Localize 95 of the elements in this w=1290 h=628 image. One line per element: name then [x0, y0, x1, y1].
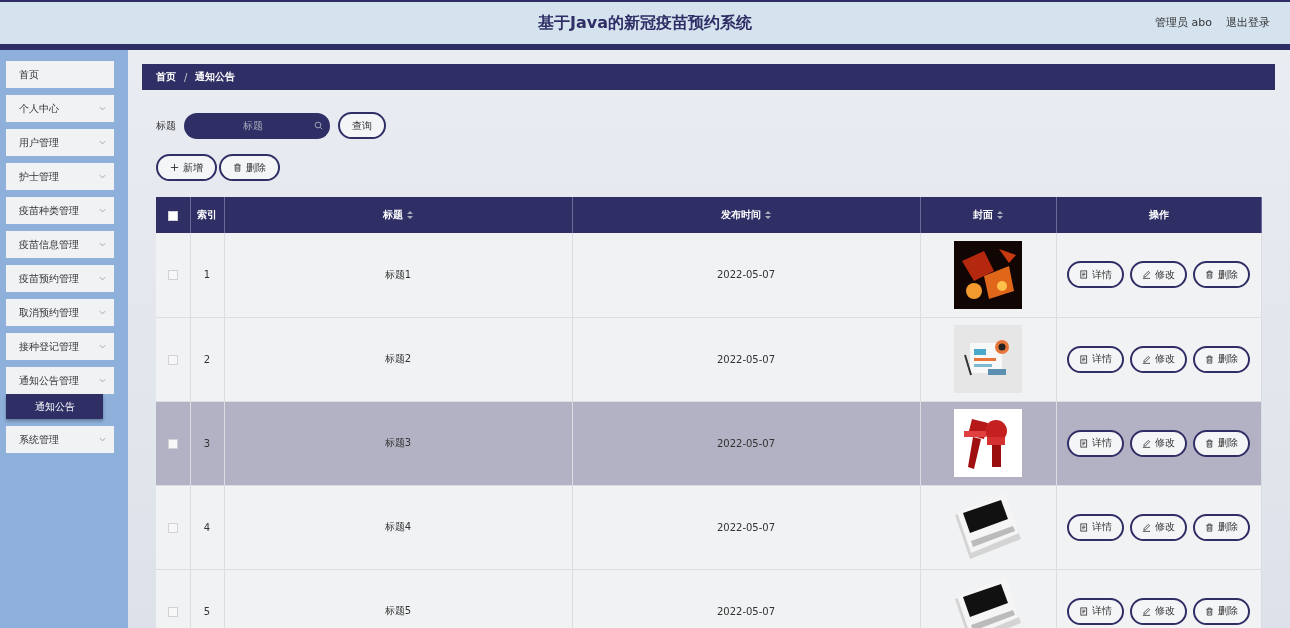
detail-button[interactable]: 详情 — [1067, 597, 1124, 625]
delete-button[interactable]: 删除 — [1193, 429, 1250, 457]
document-icon — [1079, 522, 1088, 532]
document-icon — [1079, 606, 1088, 616]
app-title: 基于Java的新冠疫苗预约系统 — [538, 12, 752, 34]
trash-icon — [1205, 354, 1214, 364]
pencil-icon — [1142, 522, 1151, 532]
row-index: 3 — [203, 437, 211, 449]
chevron-icon — [99, 106, 106, 111]
search-field[interactable]: 标题 — [184, 112, 330, 139]
checkbox[interactable] — [167, 606, 178, 617]
date-text: 2022-05-07 — [716, 437, 776, 449]
document-icon — [1079, 270, 1088, 280]
chevron-icon — [99, 310, 106, 315]
delete-button[interactable]: 删除 — [1193, 513, 1250, 541]
date-text: 2022-05-07 — [716, 269, 776, 281]
search-icon — [314, 120, 323, 130]
sidebar-item[interactable]: 接种登记管理 — [6, 333, 114, 360]
document-icon — [1079, 438, 1088, 448]
column-header[interactable]: 发布时间 — [572, 197, 920, 233]
date-text: 2022-05-07 — [716, 353, 776, 365]
sidebar-item[interactable]: 疫苗种类管理 — [6, 197, 114, 224]
chevron-icon — [99, 242, 106, 247]
row-index: 1 — [203, 269, 211, 281]
chevron-icon — [99, 174, 106, 179]
chevron-icon — [99, 344, 106, 349]
trash-icon — [1205, 522, 1214, 532]
detail-button[interactable]: 详情 — [1067, 261, 1124, 289]
checkbox[interactable] — [167, 438, 178, 449]
edit-button[interactable]: 修改 — [1130, 429, 1187, 457]
trash-icon — [1205, 438, 1214, 448]
detail-button[interactable]: 详情 — [1067, 513, 1124, 541]
sort-icon — [765, 211, 771, 219]
sidebar-item[interactable]: 护士管理 — [6, 163, 114, 190]
sidebar-item[interactable]: 疫苗预约管理 — [6, 265, 114, 292]
detail-button[interactable]: 详情 — [1067, 345, 1124, 373]
trash-icon — [1205, 606, 1214, 616]
sidebar-item[interactable]: 通知公告管理 — [6, 367, 114, 394]
delete-button[interactable]: 删除 — [1193, 261, 1250, 289]
add-button[interactable]: 新增 — [156, 154, 217, 181]
checkbox[interactable] — [167, 354, 178, 365]
column-header[interactable]: 封面 — [920, 197, 1056, 233]
trash-icon — [233, 163, 242, 172]
date-text: 2022-05-07 — [716, 521, 776, 533]
title-text: 标题4 — [384, 521, 412, 532]
edit-button[interactable]: 修改 — [1130, 345, 1187, 373]
breadcrumb-separator: / — [184, 71, 188, 83]
sidebar-item[interactable]: 疫苗信息管理 — [6, 231, 114, 258]
column-header: 操作 — [1056, 197, 1261, 233]
pencil-icon — [1142, 354, 1151, 364]
chevron-icon — [99, 437, 106, 442]
pencil-icon — [1142, 438, 1151, 448]
delete-button[interactable]: 删除 — [1193, 597, 1250, 625]
sidebar-item[interactable]: 系统管理 — [6, 426, 114, 453]
row-index: 2 — [203, 353, 211, 365]
edit-button[interactable]: 修改 — [1130, 597, 1187, 625]
sort-icon — [407, 211, 413, 219]
plus-icon — [170, 163, 179, 172]
logout-link[interactable]: 退出登录 — [1226, 15, 1270, 30]
edit-button[interactable]: 修改 — [1130, 261, 1187, 289]
chevron-icon — [99, 276, 106, 281]
sidebar-item[interactable]: 首页 — [6, 61, 114, 88]
row-index: 4 — [203, 521, 211, 533]
checkbox[interactable] — [167, 210, 178, 221]
document-icon — [1079, 354, 1088, 364]
delete-button[interactable]: 删除 — [219, 154, 280, 181]
search-label: 标题 — [156, 118, 176, 133]
column-header: 索引 — [190, 197, 224, 233]
chevron-icon — [99, 140, 106, 145]
sidebar-item[interactable]: 用户管理 — [6, 129, 114, 156]
column-header[interactable]: 标题 — [224, 197, 572, 233]
trash-icon — [1205, 270, 1214, 280]
sort-icon — [997, 211, 1003, 219]
sidebar-item[interactable]: 取消预约管理 — [6, 299, 114, 326]
row-index: 5 — [203, 605, 211, 617]
edit-button[interactable]: 修改 — [1130, 513, 1187, 541]
submenu-item[interactable]: 通知公告 — [6, 394, 103, 419]
title-text: 标题5 — [384, 605, 412, 616]
title-text: 标题1 — [384, 268, 412, 280]
checkbox[interactable] — [167, 270, 178, 281]
chevron-icon — [99, 378, 106, 383]
chevron-icon — [99, 208, 106, 213]
title-text: 标题2 — [384, 353, 412, 364]
date-text: 2022-05-07 — [716, 605, 776, 617]
pencil-icon — [1142, 606, 1151, 616]
sidebar-item[interactable]: 个人中心 — [6, 95, 114, 122]
user-name: 管理员 abo — [1155, 15, 1212, 30]
title-text: 标题3 — [384, 437, 412, 448]
search-button[interactable]: 查询 — [338, 112, 386, 139]
checkbox[interactable] — [167, 522, 178, 533]
delete-button[interactable]: 删除 — [1193, 345, 1250, 373]
breadcrumb-item: 通知公告 — [195, 70, 236, 84]
detail-button[interactable]: 详情 — [1067, 429, 1124, 457]
breadcrumb-item[interactable]: 首页 — [156, 70, 176, 84]
pencil-icon — [1142, 270, 1151, 280]
